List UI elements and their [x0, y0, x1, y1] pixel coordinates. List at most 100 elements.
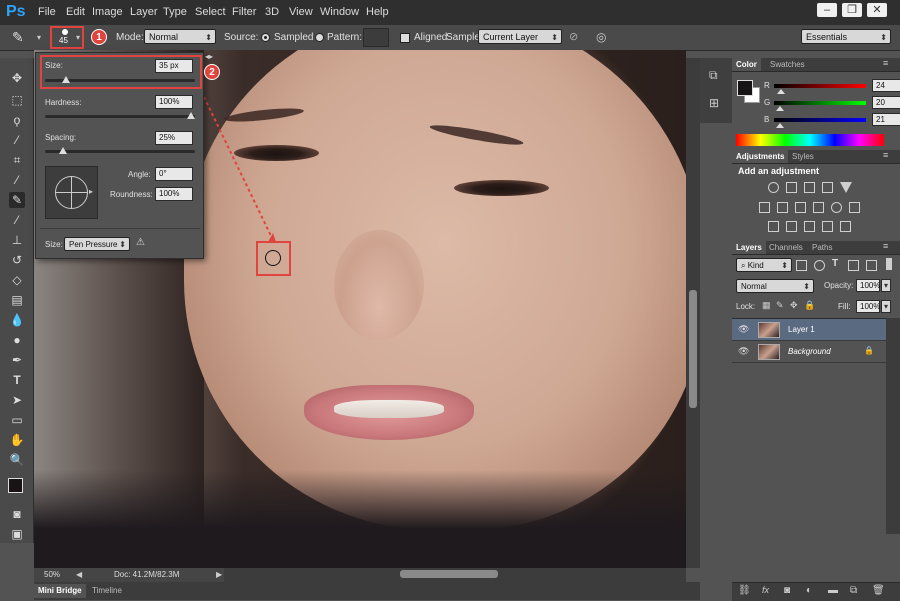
- r-slider-knob[interactable]: [777, 89, 785, 94]
- panel-menu-icon[interactable]: ≡: [883, 58, 888, 68]
- levels-icon[interactable]: [786, 182, 797, 193]
- menu-layer[interactable]: Layer: [130, 6, 158, 18]
- filter-adjustment-icon[interactable]: [814, 260, 825, 271]
- visibility-eye-icon[interactable]: 👁: [738, 324, 749, 335]
- hardness-slider-track[interactable]: [45, 115, 195, 118]
- layers-scrollbar[interactable]: [886, 318, 900, 534]
- opacity-dropdown-icon[interactable]: ▾: [881, 279, 891, 292]
- new-adjustment-layer-icon[interactable]: ◐: [806, 585, 812, 596]
- channel-mixer-icon[interactable]: [831, 202, 842, 213]
- chevron-down-icon[interactable]: ▾: [37, 33, 41, 42]
- status-menu-arrow-icon[interactable]: ▶: [216, 568, 222, 582]
- menu-view[interactable]: View: [289, 6, 313, 18]
- size-input[interactable]: 35 px: [155, 59, 193, 73]
- spacing-slider-knob[interactable]: [59, 147, 68, 154]
- panel-menu-icon[interactable]: ≡: [883, 150, 888, 160]
- horizontal-scroll-thumb[interactable]: [400, 570, 498, 578]
- vertical-scroll-thumb[interactable]: [689, 290, 697, 408]
- ignore-adjustment-layers-icon[interactable]: ⊘: [569, 30, 583, 44]
- angle-input[interactable]: 0°: [155, 167, 193, 181]
- hand-tool-icon[interactable]: ✋: [9, 432, 25, 448]
- brush-tool-icon[interactable]: ⁄: [9, 212, 25, 228]
- move-tool-icon[interactable]: ✥: [9, 70, 25, 86]
- layer-mask-icon[interactable]: ◙: [784, 585, 790, 596]
- healing-brush-tool-icon[interactable]: ✎: [9, 192, 25, 208]
- black-white-icon[interactable]: [795, 202, 806, 213]
- tab-layers[interactable]: Layers: [732, 241, 766, 254]
- r-input[interactable]: 24: [872, 79, 900, 92]
- b-input[interactable]: 21: [872, 113, 900, 126]
- visibility-eye-icon[interactable]: 👁: [738, 346, 749, 357]
- zoom-level[interactable]: 50%: [44, 568, 60, 582]
- pen-tool-icon[interactable]: ✒: [9, 352, 25, 368]
- size-slider-knob[interactable]: [62, 76, 71, 83]
- blur-tool-icon[interactable]: 💧: [9, 312, 25, 328]
- new-layer-icon[interactable]: ⧉: [850, 585, 857, 596]
- posterize-icon[interactable]: [786, 221, 797, 232]
- tab-channels[interactable]: Channels: [765, 241, 807, 254]
- layer-row-layer-1[interactable]: 👁 Layer 1: [732, 319, 886, 341]
- filter-smart-object-icon[interactable]: [866, 260, 877, 271]
- tab-mini-bridge[interactable]: Mini Bridge: [34, 584, 86, 598]
- zoom-tool-icon[interactable]: 🔍: [9, 452, 25, 468]
- size-control-dropdown[interactable]: Pen Pressure: [64, 237, 130, 251]
- lock-all-icon[interactable]: 🔒: [804, 300, 815, 311]
- vibrance-icon[interactable]: [840, 182, 852, 193]
- color-foreground-swatch[interactable]: [737, 80, 753, 96]
- panel-collapse-icon[interactable]: ◂▸: [205, 52, 213, 61]
- sample-dropdown[interactable]: Current Layer: [478, 29, 562, 45]
- selective-color-icon[interactable]: [822, 221, 833, 232]
- tab-adjustments[interactable]: Adjustments: [732, 150, 789, 163]
- sampled-radio[interactable]: [261, 33, 270, 42]
- menu-window[interactable]: Window: [320, 6, 359, 18]
- hardness-input[interactable]: 100%: [155, 95, 193, 109]
- crop-tool-icon[interactable]: ⌗: [9, 152, 25, 168]
- menu-help[interactable]: Help: [366, 6, 389, 18]
- restore-button[interactable]: ❐: [842, 3, 862, 17]
- eraser-tool-icon[interactable]: ◇: [9, 272, 25, 288]
- history-brush-tool-icon[interactable]: ↺: [9, 252, 25, 268]
- g-slider[interactable]: [774, 101, 866, 105]
- b-slider-knob[interactable]: [776, 123, 784, 128]
- menu-filter[interactable]: Filter: [232, 6, 256, 18]
- layer-filter-dropdown[interactable]: ⌕ Kind: [736, 258, 792, 272]
- menu-file[interactable]: File: [38, 6, 56, 18]
- healing-brush-icon[interactable]: ✎: [12, 29, 32, 46]
- properties-panel-icon[interactable]: ⊞: [709, 96, 719, 110]
- color-spectrum-bar[interactable]: [736, 134, 884, 146]
- filter-type-icon[interactable]: T: [832, 258, 838, 269]
- marquee-tool-icon[interactable]: ⬚: [9, 92, 25, 108]
- tab-timeline[interactable]: Timeline: [88, 584, 126, 598]
- menu-image[interactable]: Image: [92, 6, 123, 18]
- delete-layer-icon[interactable]: 🗑: [872, 585, 885, 596]
- history-panel-icon[interactable]: ⧉: [709, 68, 718, 83]
- foreground-color-swatch[interactable]: [8, 478, 23, 493]
- menu-3d[interactable]: 3D: [265, 6, 279, 18]
- blend-mode-dropdown[interactable]: Normal: [736, 279, 814, 293]
- r-slider[interactable]: [774, 84, 866, 88]
- roundness-input[interactable]: 100%: [155, 187, 193, 201]
- aligned-checkbox[interactable]: [400, 33, 410, 43]
- filter-shape-icon[interactable]: [848, 260, 859, 271]
- tab-swatches[interactable]: Swatches: [766, 58, 809, 71]
- tab-styles[interactable]: Styles: [788, 150, 818, 163]
- brightness-contrast-icon[interactable]: [768, 182, 779, 193]
- panel-menu-icon[interactable]: ≡: [883, 241, 888, 251]
- color-balance-icon[interactable]: [777, 202, 788, 213]
- quick-mask-icon[interactable]: ◙: [9, 506, 25, 522]
- layer-row-background[interactable]: 👁 Background 🔒: [732, 341, 886, 363]
- new-group-icon[interactable]: ▬: [828, 585, 838, 596]
- dodge-tool-icon[interactable]: ●: [9, 332, 25, 348]
- exposure-icon[interactable]: [822, 182, 833, 193]
- photo-filter-icon[interactable]: [813, 202, 824, 213]
- g-slider-knob[interactable]: [776, 106, 784, 111]
- brush-angle-widget[interactable]: ▸: [45, 166, 98, 219]
- shape-tool-icon[interactable]: ▭: [9, 412, 25, 428]
- invert-icon[interactable]: [768, 221, 779, 232]
- spacing-input[interactable]: 25%: [155, 131, 193, 145]
- filter-toggle[interactable]: [886, 258, 892, 270]
- tab-color[interactable]: Color: [732, 58, 761, 71]
- gradient-tool-icon[interactable]: ▤: [9, 292, 25, 308]
- threshold-icon[interactable]: [804, 221, 815, 232]
- eyedropper-tool-icon[interactable]: ⁄: [9, 172, 25, 188]
